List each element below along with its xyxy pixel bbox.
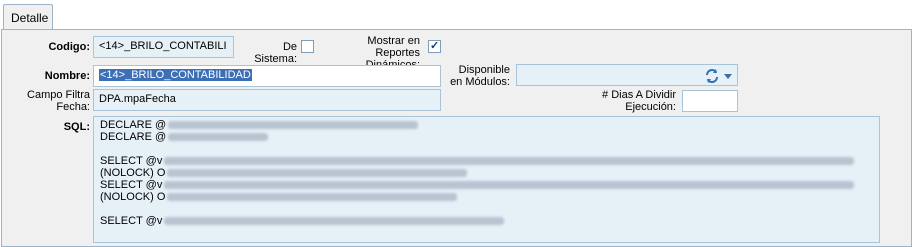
sql-blank-line bbox=[100, 143, 873, 155]
sql-line: SELECT @v bbox=[100, 215, 873, 227]
codigo-field[interactable]: <14>_BRILO_CONTABILI bbox=[93, 36, 234, 58]
sql-editor[interactable]: DECLARE @ DECLARE @ SELECT @v (NOLOCK) O… bbox=[93, 116, 880, 243]
tab-strip: Detalle bbox=[0, 0, 913, 30]
tab-detalle[interactable]: Detalle bbox=[3, 4, 53, 30]
redacted-text bbox=[167, 193, 458, 202]
de-sistema-label: De Sistema: bbox=[254, 41, 297, 65]
campo-filtra-value: DPA.mpaFecha bbox=[99, 93, 176, 105]
chevron-down-icon[interactable] bbox=[724, 74, 732, 79]
sql-label: SQL: bbox=[63, 121, 90, 133]
dias-dividir-field[interactable] bbox=[682, 90, 738, 112]
de-sistema-checkbox[interactable] bbox=[301, 40, 314, 53]
redacted-text bbox=[168, 133, 269, 142]
sql-line: DECLARE @ bbox=[100, 131, 873, 143]
codigo-value: <14>_BRILO_CONTABILI bbox=[99, 40, 227, 52]
redacted-text bbox=[164, 181, 855, 190]
sql-line: SELECT @v bbox=[100, 155, 873, 167]
campo-filtra-label-line2: Fecha: bbox=[56, 101, 90, 113]
sql-blank-line bbox=[100, 203, 873, 215]
sql-line: DECLARE @ bbox=[100, 119, 873, 131]
mostrar-reportes-label-line1: Mostrar en Reportes bbox=[367, 35, 420, 59]
tab-detalle-label: Detalle bbox=[11, 11, 49, 25]
refresh-icon[interactable] bbox=[704, 68, 720, 84]
redacted-text bbox=[164, 157, 855, 166]
codigo-label: Codigo: bbox=[48, 41, 90, 53]
campo-filtra-field[interactable]: DPA.mpaFecha bbox=[93, 89, 441, 111]
sql-line: (NOLOCK) O bbox=[100, 191, 873, 203]
redacted-text bbox=[167, 169, 468, 178]
disponible-label-line1: Disponible bbox=[458, 64, 510, 76]
redacted-text bbox=[164, 217, 505, 226]
sql-line: (NOLOCK) O bbox=[100, 167, 873, 179]
dias-dividir-label-line2: Ejecución: bbox=[625, 101, 676, 113]
mostrar-reportes-checkbox[interactable] bbox=[428, 39, 441, 53]
dias-dividir-label-line1: # Dias A Dividir bbox=[602, 89, 676, 101]
disponible-label: Disponible en Módulos: bbox=[440, 64, 510, 88]
sql-line: SELECT @v bbox=[100, 179, 873, 191]
redacted-text bbox=[168, 121, 419, 130]
disponible-modulos-select[interactable] bbox=[516, 64, 738, 86]
campo-filtra-label-line1: Campo Filtra bbox=[27, 89, 90, 101]
nombre-value: <14>_BRILO_CONTABILIDAD bbox=[99, 69, 252, 81]
dias-dividir-label: # Dias A Dividir Ejecución: bbox=[580, 89, 676, 113]
nombre-field[interactable]: <14>_BRILO_CONTABILIDAD bbox=[93, 65, 441, 87]
nombre-label: Nombre: bbox=[44, 70, 90, 82]
disponible-label-line2: en Módulos: bbox=[450, 76, 510, 88]
campo-filtra-label: Campo Filtra Fecha: bbox=[20, 89, 90, 113]
